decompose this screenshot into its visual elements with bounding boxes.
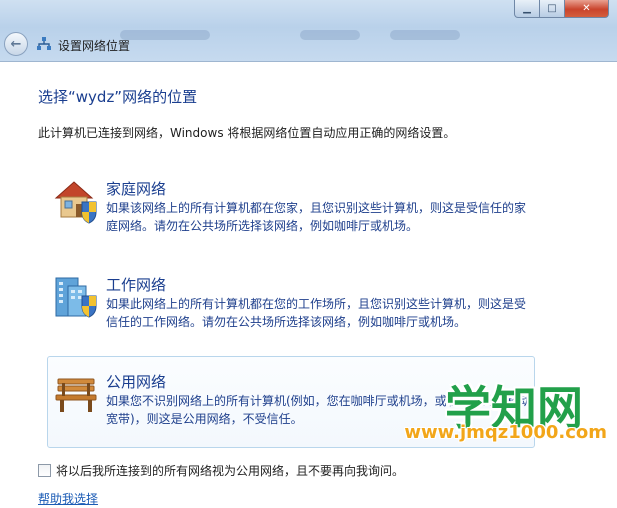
home-network-icon: [54, 181, 97, 224]
caption-buttons: ▁ □ ✕: [514, 0, 609, 18]
work-network-icon: [55, 277, 97, 318]
minimize-icon: ▁: [523, 3, 531, 14]
help-me-choose-link[interactable]: 帮助我选择: [38, 490, 98, 507]
page-title: 选择“wydz”网络的位置: [38, 88, 198, 106]
watermark-url: www.jmqz1000.com: [404, 422, 607, 443]
public-default-checkbox-row[interactable]: 将以后我所连接到的所有网络视为公用网络，且不要再向我询问。: [38, 462, 404, 479]
public-default-checkbox[interactable]: [38, 464, 51, 477]
blurred-background: [390, 30, 460, 40]
option-title: 工作网络: [106, 276, 167, 294]
checkbox-label: 将以后我所连接到的所有网络视为公用网络，且不要再向我询问。: [56, 464, 405, 478]
public-network-icon: [55, 378, 97, 412]
blurred-background: [300, 30, 360, 40]
close-icon: ✕: [582, 3, 591, 14]
maximize-icon: □: [547, 3, 557, 14]
option-description: 如果该网络上的所有计算机都在您家，且您识别这些计算机，则这是受信任的家庭网络。请…: [106, 201, 527, 233]
intro-text: 此计算机已连接到网络，Windows 将根据网络位置自动应用正确的网络设置。: [38, 126, 456, 140]
minimize-button[interactable]: ▁: [514, 0, 540, 18]
close-button[interactable]: ✕: [565, 0, 609, 18]
blurred-background: [120, 30, 210, 40]
watermark: 学知网 www.jmqz1000.com: [395, 372, 607, 444]
back-arrow-icon: ←: [10, 36, 22, 52]
option-description: 如果此网络上的所有计算机都在您的工作场所，且您识别这些计算机，则这是受信任的工作…: [106, 297, 527, 329]
maximize-button[interactable]: □: [540, 0, 565, 18]
option-title: 公用网络: [106, 373, 167, 391]
option-home-network[interactable]: 家庭网络 如果该网络上的所有计算机都在您家，且您识别这些计算机，则这是受信任的家…: [48, 174, 535, 242]
option-title: 家庭网络: [106, 180, 167, 198]
title-bar: ← 设置网络位置 ▁ □ ✕: [0, 0, 617, 62]
network-icon: [37, 37, 51, 50]
back-button[interactable]: ←: [4, 32, 28, 56]
option-work-network[interactable]: 工作网络 如果此网络上的所有计算机都在您的工作场所，且您识别这些计算机，则这是受…: [48, 270, 535, 338]
window-title: 设置网络位置: [58, 39, 131, 53]
